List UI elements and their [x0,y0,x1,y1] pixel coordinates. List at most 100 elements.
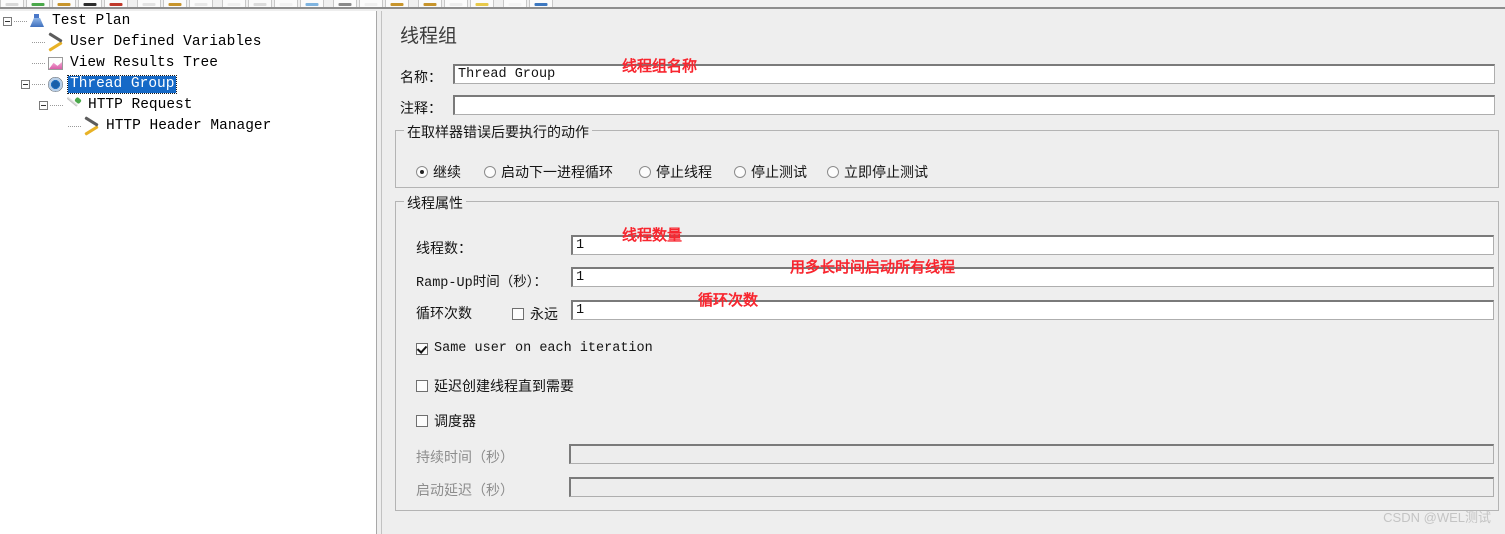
comment-input[interactable] [453,95,1495,115]
test-plan-icon [29,13,47,30]
stop-icon [364,3,378,6]
expand-icon [227,3,241,6]
startup-delay-label: 启动延迟（秒） [416,482,514,498]
name-input[interactable] [453,64,1495,84]
error-action-radio-2[interactable]: 停止线程 [639,162,712,182]
copy-icon [168,3,182,6]
start-icon [305,3,319,6]
checkbox-box [512,308,524,320]
error-action-radio-label: 启动下一进程循环 [501,164,613,180]
same-user-checkbox[interactable]: Same user on each iteration [416,341,653,356]
save-icon[interactable] [104,0,128,7]
tree-expand-toggle-icon[interactable] [39,101,48,110]
sampler-error-action-title: 在取样器错误后要执行的动作 [404,122,592,142]
checkbox-box [416,415,428,427]
http-sampler-icon [65,97,83,114]
error-action-radio-1[interactable]: 启动下一进程循环 [484,162,613,182]
error-action-radio-label: 立即停止测试 [844,164,928,180]
tree-item-thread-group[interactable]: Thread Group [0,74,376,95]
tree-item-label: Test Plan [52,13,131,29]
tree-connector-line [32,42,46,43]
tree-item-label: HTTP Header Manager [106,118,272,134]
loop-forever-label: 永远 [530,306,558,322]
error-action-radio-label: 停止测试 [751,164,807,180]
start-no-pauses-icon [338,3,352,6]
clear-all-icon [449,3,463,6]
error-action-radio-label: 继续 [433,164,461,180]
stop-icon[interactable] [359,0,383,7]
scheduler-checkbox[interactable]: 调度器 [416,411,476,431]
loop-count-input[interactable] [571,300,1494,320]
duration-label: 持续时间（秒） [416,449,514,465]
tree-connector-line [68,126,82,127]
name-label: 名称： [400,69,442,85]
error-action-radio-4[interactable]: 立即停止测试 [827,162,928,182]
tree-item-view-results-tree[interactable]: View Results Tree [0,53,376,74]
thread-properties-group: 线程属性 线程数： Ramp-Up时间（秒）： 循环次数 永远 Same use [395,193,1499,511]
tree-item-label: Thread Group [66,75,178,94]
toolbar [0,0,1505,9]
tree-item-http-request[interactable]: HTTP Request [0,95,376,116]
tree-expand-toggle-icon[interactable] [21,80,30,89]
tree-item-label: View Results Tree [70,55,218,71]
cut-icon [142,3,156,6]
thread-properties-title: 线程属性 [404,193,466,213]
toolbar-separator [326,0,333,7]
clear-icon [423,3,437,6]
ramp-up-label: Ramp-Up时间（秒）： [416,276,547,291]
error-action-radio-3[interactable]: 停止测试 [734,162,807,182]
delay-thread-creation-label: 延迟创建线程直到需要 [434,378,574,394]
clear-all-icon[interactable] [444,0,468,7]
expand-icon[interactable] [222,0,246,7]
test-plan-tree[interactable]: Test Plan User Defined Variables View Resu… [0,11,377,534]
tree-expand-toggle-icon[interactable] [3,17,12,26]
search-icon[interactable] [470,0,494,7]
toggle-icon[interactable] [274,0,298,7]
ramp-up-input[interactable] [571,267,1494,287]
paste-icon[interactable] [189,0,213,7]
loop-count-label: 循环次数 [416,305,472,321]
start-icon[interactable] [300,0,324,7]
tree-item-user-defined-variables[interactable]: User Defined Variables [0,32,376,53]
comment-label: 注释： [400,100,442,116]
function-helper-icon[interactable] [529,0,553,7]
tree-item-test-plan[interactable]: Test Plan [0,11,376,32]
delay-thread-creation-checkbox[interactable]: 延迟创建线程直到需要 [416,376,574,396]
shutdown-icon[interactable] [385,0,409,7]
num-threads-input[interactable] [571,235,1494,255]
collapse-icon [253,3,267,6]
function-helper-icon [534,3,548,6]
duration-input [569,444,1494,464]
split-divider[interactable] [381,11,388,534]
toolbar-separator [496,0,503,7]
tree-item-label: HTTP Request [88,97,193,113]
new-icon[interactable] [0,0,24,7]
start-no-pauses-icon[interactable] [333,0,357,7]
sampler-error-action-group: 在取样器错误后要执行的动作 继续 启动下一进程循环 停止线程 停止测试 立即停止测试 [395,122,1499,188]
copy-icon[interactable] [163,0,187,7]
tree-item-http-header-manager[interactable]: HTTP Header Manager [0,116,376,137]
tree-connector-line [32,84,46,85]
templates-icon[interactable] [26,0,50,7]
tree-rows: Test Plan User Defined Variables View Resu… [0,11,376,137]
tree-connector-line [50,105,64,106]
loop-forever-checkbox[interactable]: 永远 [512,304,558,324]
same-user-label: Same user on each iteration [434,341,653,356]
thread-group-editor: 线程组 名称： 注释： 在取样器错误后要执行的动作 继续 启动下一进程循环 停止线程… [390,11,1505,534]
templates-icon [31,3,45,6]
tree-item-label: User Defined Variables [70,34,262,50]
jmeter-window: Test Plan User Defined Variables View Resu… [0,0,1505,534]
scheduler-label: 调度器 [434,413,476,429]
search-reset-icon[interactable] [503,0,527,7]
toolbar-buttons [0,0,555,7]
close-icon[interactable] [78,0,102,7]
radio-button [639,166,651,178]
open-icon[interactable] [52,0,76,7]
collapse-icon[interactable] [248,0,272,7]
save-icon [109,3,123,6]
error-action-radio-0[interactable]: 继续 [416,162,461,182]
cut-icon[interactable] [137,0,161,7]
page-title: 线程组 [400,26,458,47]
clear-icon[interactable] [418,0,442,7]
search-icon [475,3,489,6]
